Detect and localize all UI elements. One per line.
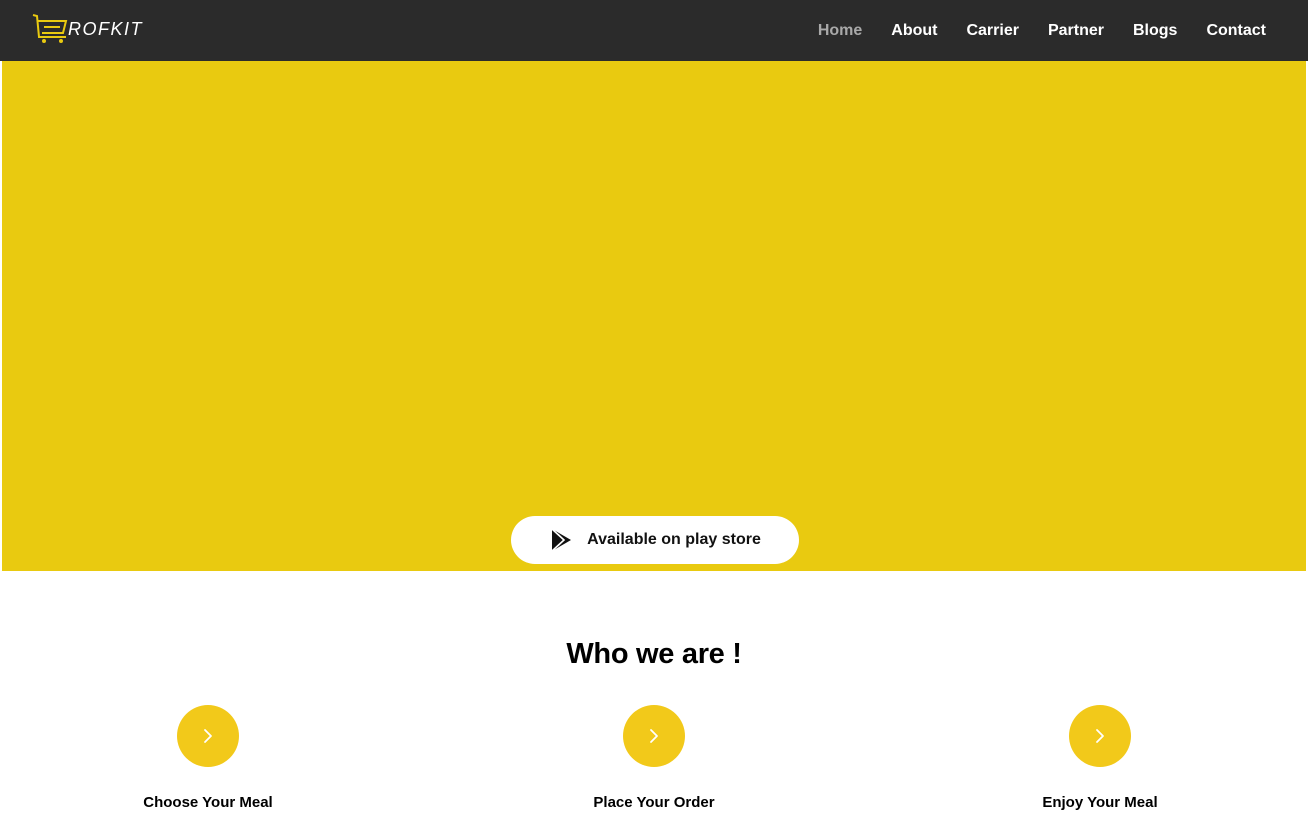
- svg-text:ROFKIT: ROFKIT: [68, 19, 144, 39]
- chevron-right-icon: [204, 729, 212, 743]
- step-label: Choose Your Meal: [143, 794, 273, 811]
- nav-contact[interactable]: Contact: [1206, 22, 1266, 40]
- step-choose-meal: Choose Your Meal: [78, 705, 338, 811]
- google-play-icon: [551, 528, 572, 552]
- step-label: Place Your Order: [593, 794, 715, 811]
- hero-banner: Available on play store: [2, 61, 1306, 571]
- step-next-button[interactable]: [177, 705, 239, 767]
- step-next-button[interactable]: [623, 705, 685, 767]
- top-navbar: ROFKIT Home About Carrier Partner Blogs …: [0, 0, 1308, 61]
- nav-carrier[interactable]: Carrier: [966, 22, 1018, 40]
- nav-partner[interactable]: Partner: [1048, 22, 1104, 40]
- play-store-button[interactable]: Available on play store: [511, 516, 799, 564]
- step-label: Enjoy Your Meal: [1042, 794, 1158, 811]
- chevron-right-icon: [1096, 729, 1104, 743]
- nav-about[interactable]: About: [891, 22, 937, 40]
- nav-home[interactable]: Home: [818, 22, 862, 40]
- who-we-are-title: Who we are !: [566, 638, 742, 670]
- step-place-order: Place Your Order: [524, 705, 784, 811]
- chevron-right-icon: [650, 729, 658, 743]
- nav-blogs[interactable]: Blogs: [1133, 22, 1177, 40]
- step-enjoy-meal: Enjoy Your Meal: [970, 705, 1230, 811]
- main-nav: Home About Carrier Partner Blogs Contact: [789, 0, 1266, 61]
- step-next-button[interactable]: [1069, 705, 1131, 767]
- grofkit-logo[interactable]: ROFKIT: [30, 11, 170, 47]
- play-store-label: Available on play store: [587, 531, 761, 548]
